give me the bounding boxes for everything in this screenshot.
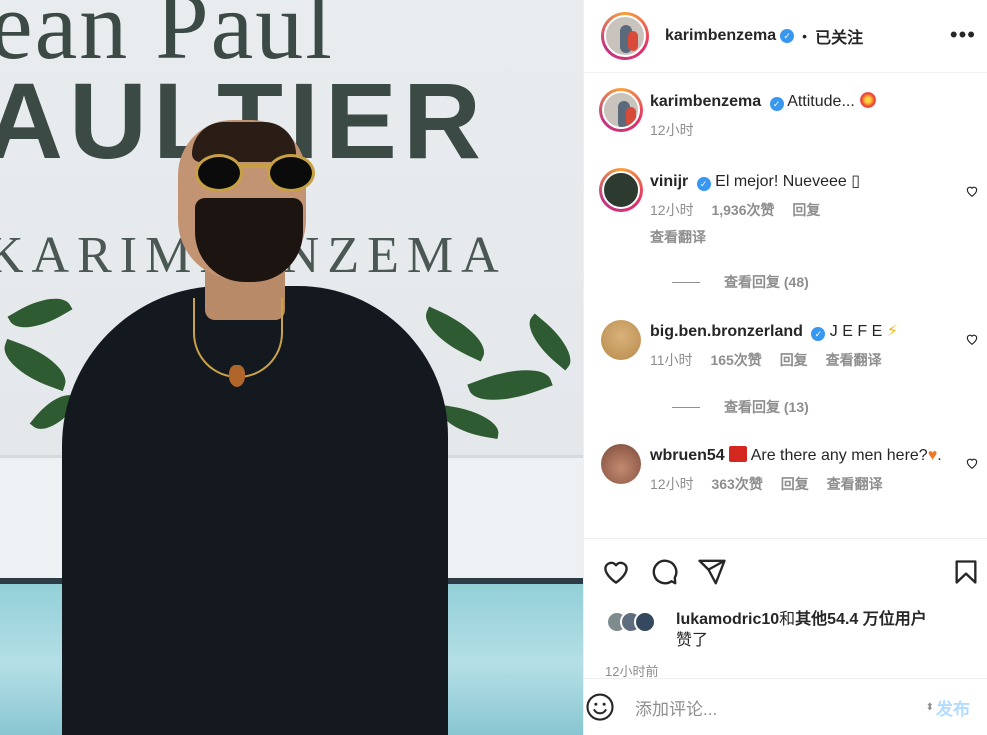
comment-likes[interactable]: 363次赞 — [711, 476, 762, 492]
post-header: karimbenzema ✓ • 已关注 ••• — [584, 0, 987, 73]
verified-badge-icon: ✓ — [811, 327, 826, 341]
verified-badge-icon: ✓ — [769, 97, 784, 111]
avatar-image — [604, 15, 646, 57]
comment-input[interactable]: 添加评论... — [635, 695, 926, 720]
reply-button[interactable]: 回复 — [792, 202, 820, 218]
comment-text: Are there any men here? — [750, 447, 928, 464]
author-username[interactable]: karimbenzema — [665, 27, 776, 45]
view-replies-2[interactable]: 查看回复 (13) — [672, 397, 809, 417]
add-comment-bar: 添加评论... ⬍ 发布 — [584, 678, 987, 735]
commenter-avatar[interactable] — [599, 168, 643, 212]
smiley-icon[interactable] — [585, 692, 615, 722]
resize-spinner-icon: ⬍ — [925, 701, 934, 713]
likes-suffix: 赞了 — [676, 632, 709, 649]
lightning-emoji-icon: ⚡ — [886, 323, 898, 340]
post-dialog: ean Paul AULTIER KARIMBENZEMA — [0, 0, 987, 735]
caption-meta: 12小时 — [650, 119, 950, 142]
comment-meta: 12小时 1,936次赞 回复 — [650, 199, 950, 222]
comment-icon[interactable] — [649, 557, 679, 587]
comment-username[interactable]: vinijr — [650, 173, 688, 190]
avatar-image — [602, 171, 640, 209]
like-comment-heart-icon[interactable] — [965, 332, 979, 346]
see-translation-link[interactable]: 查看翻译 — [826, 352, 882, 368]
comment-text: El mejor! Nueveee — [715, 173, 847, 190]
likes-count[interactable]: 其他54.4 万位用户 — [795, 611, 927, 628]
collision-emoji-icon — [859, 92, 878, 108]
plant-leaf — [417, 306, 493, 362]
reply-button[interactable]: 回复 — [781, 476, 809, 492]
likes-connector: 和 — [779, 611, 796, 628]
liker-avatars[interactable] — [606, 611, 656, 633]
comment-username[interactable]: big.ben.bronzerland — [650, 323, 803, 340]
comment-body: big.ben.bronzerland ✓ J E F E ⚡ 11小时 165… — [650, 320, 950, 372]
more-options-icon[interactable]: ••• — [950, 22, 976, 48]
caption-body: karimbenzema ✓ Attitude... 12小时 — [650, 90, 950, 142]
glasses-bridge — [241, 164, 269, 168]
plant-leaf — [519, 313, 581, 371]
share-icon[interactable] — [697, 557, 727, 587]
view-replies-1[interactable]: 查看回复 (48) — [672, 272, 809, 292]
orange-heart-emoji-icon: ♥ — [927, 447, 938, 464]
caption-username[interactable]: karimbenzema — [650, 93, 761, 110]
avatar-figure — [628, 31, 638, 51]
replies-divider — [672, 406, 700, 408]
action-icons — [601, 557, 727, 587]
lens-left — [195, 154, 243, 192]
separator-dot: • — [802, 28, 808, 44]
comment-body: vinijr ✓ El mejor! Nueveee ▯ 12小时 1,936次… — [650, 170, 950, 249]
plant-leaf — [467, 357, 553, 413]
comment-body: wbruen54 Are there any men here?♥. 12小时 … — [650, 444, 950, 496]
like-comment-heart-icon[interactable] — [965, 184, 979, 198]
comment-time: 11小时 — [650, 352, 693, 368]
caption-time: 12小时 — [650, 122, 694, 138]
post-side-panel: karimbenzema ✓ • 已关注 ••• karimbenzema ✓ … — [583, 0, 987, 735]
verified-badge-icon: ✓ — [780, 29, 795, 43]
superman-emoji-icon — [729, 446, 748, 462]
verified-badge-icon: ✓ — [696, 177, 711, 191]
commenter-avatar[interactable] — [601, 320, 641, 360]
reply-button[interactable]: 回复 — [780, 352, 808, 368]
view-replies-label: 查看回复 (13) — [724, 399, 809, 415]
pendant — [229, 365, 245, 387]
liker-avatar — [634, 611, 656, 633]
comment-time: 12小时 — [650, 476, 694, 492]
avatar-figure — [626, 107, 636, 127]
comment-time: 12小时 — [650, 202, 694, 218]
comment-trailing-glyph: ▯ — [851, 173, 861, 190]
comment-username[interactable]: wbruen54 — [650, 447, 725, 464]
comment-meta: 12小时 363次赞 回复 查看翻译 — [650, 473, 950, 496]
replies-divider — [672, 281, 700, 283]
comment-text-end: . — [937, 447, 942, 464]
comments-list: karimbenzema ✓ Attitude... 12小时 vinijr ✓ — [584, 74, 987, 538]
comment-meta: 11小时 165次赞 回复 查看翻译 — [650, 349, 950, 372]
plant-leaf — [7, 286, 73, 340]
post-comment-button[interactable]: 发布 — [936, 695, 970, 720]
plant-leaf — [0, 338, 74, 392]
comment-text: J E F E — [829, 323, 883, 340]
lens-right — [267, 154, 315, 192]
bookmark-icon[interactable] — [952, 557, 980, 587]
comment-likes[interactable]: 165次赞 — [710, 352, 761, 368]
view-replies-label: 查看回复 (48) — [724, 274, 809, 290]
see-translation-link[interactable]: 查看翻译 — [827, 476, 883, 492]
post-photo: ean Paul AULTIER KARIMBENZEMA — [0, 0, 583, 735]
sunglasses — [195, 150, 319, 196]
heart-icon[interactable] — [601, 557, 631, 587]
following-button[interactable]: 已关注 — [815, 24, 863, 48]
commenter-avatar[interactable] — [601, 444, 641, 484]
likes-summary: lukamodric10和其他54.4 万位用户 赞了 — [676, 609, 976, 651]
liker-username[interactable]: lukamodric10 — [676, 611, 779, 628]
caption-text: Attitude... — [787, 93, 855, 110]
see-translation-link[interactable]: 查看翻译 — [650, 226, 950, 249]
caption-avatar[interactable] — [599, 88, 643, 132]
post-actions: lukamodric10和其他54.4 万位用户 赞了 12小时前 — [584, 538, 987, 679]
avatar-image — [602, 91, 640, 129]
author-avatar[interactable] — [601, 12, 649, 60]
comment-likes[interactable]: 1,936次赞 — [711, 202, 774, 218]
like-comment-heart-icon[interactable] — [965, 456, 979, 470]
